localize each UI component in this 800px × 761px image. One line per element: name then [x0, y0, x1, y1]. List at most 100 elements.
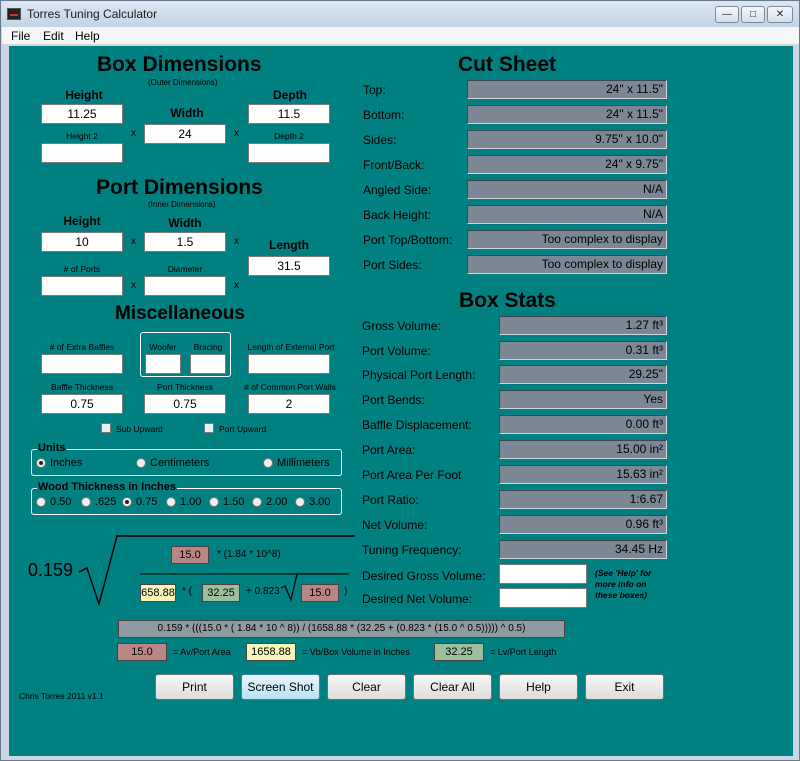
extra-baffles-input[interactable]: [41, 354, 123, 374]
box-depth-label: Depth: [273, 88, 307, 102]
wood-200-radio[interactable]: [252, 497, 262, 507]
legend-av-box: 15.0: [117, 643, 167, 661]
diameter-input[interactable]: [144, 276, 226, 296]
box-stats-label: Physical Port Length:: [362, 368, 476, 382]
baffle-thickness-input[interactable]: 0.75: [41, 394, 123, 414]
box-stats-value: Yes: [499, 390, 667, 409]
wood-option-label: 1.00: [180, 496, 202, 508]
multiply-sign: x: [234, 128, 239, 139]
units-inches-radio[interactable]: [36, 458, 46, 468]
close-button[interactable]: ✕: [767, 6, 793, 23]
screenshot-button[interactable]: Screen Shot: [241, 674, 320, 700]
window-title: Torres Tuning Calculator: [27, 7, 158, 21]
wood-075-radio[interactable]: [122, 497, 132, 507]
legend-av-text: = Av/Port Area: [173, 647, 231, 657]
baffle-thickness-label: Baffle Thickness: [50, 382, 114, 392]
wood-300-radio[interactable]: [295, 497, 305, 507]
wood-0625-radio[interactable]: [81, 497, 91, 507]
box-stats-value: 15.00 in²: [499, 440, 667, 459]
wood-thickness-title: Wood Thickness in Inches: [37, 481, 177, 493]
units-centimeters-radio[interactable]: [136, 458, 146, 468]
port-height-input[interactable]: 10: [41, 232, 123, 252]
num-ports-input[interactable]: [41, 276, 123, 296]
box-width-input[interactable]: 24: [144, 124, 226, 144]
exit-button[interactable]: Exit: [585, 674, 664, 700]
legend-lv-box: 32.25: [434, 643, 484, 661]
wood-option-label: 0.50: [50, 496, 72, 508]
port-upward-checkbox[interactable]: [204, 423, 214, 433]
common-walls-input[interactable]: 2: [248, 394, 330, 414]
maximize-button[interactable]: □: [741, 6, 765, 23]
misc-title: Miscellaneous: [115, 303, 245, 324]
version-footer: Chris Torres 2011 v1.1: [19, 691, 104, 701]
menu-help[interactable]: Help: [75, 29, 100, 43]
sub-upward-label: Sub Upward: [116, 424, 163, 434]
units-millimeters-radio[interactable]: [263, 458, 273, 468]
cut-sheet-label: Front/Back:: [363, 158, 425, 172]
cut-sheet-value: 24" x 11.5": [467, 105, 667, 124]
legend-vb-box: 1658.88: [246, 643, 296, 661]
box-stats-value: 1.27 ft³: [499, 316, 667, 335]
port-width-label: Width: [168, 216, 202, 230]
print-button[interactable]: Print: [155, 674, 234, 700]
cut-sheet-value: 9.75" x 10.0": [467, 130, 667, 149]
formula-vb-box: 658.88: [140, 584, 176, 602]
box-depth2-input[interactable]: [248, 143, 330, 163]
port-dimensions-title: Port Dimensions: [96, 176, 263, 199]
app-icon: [7, 8, 21, 20]
box-stats-label: Gross Volume:: [362, 319, 441, 333]
formula-multiplier-text: * (1.84 * 10^8): [217, 549, 281, 560]
wood-050-radio[interactable]: [36, 497, 46, 507]
formula-av-box: 15.0: [171, 546, 209, 564]
app-window: Torres Tuning Calculator — □ ✕ File Edit…: [0, 0, 800, 761]
box-width-label: Width: [170, 106, 204, 120]
formula-plus-coef: + 0.823: [246, 586, 280, 597]
legend-lv-text: = Lv/Port Length: [490, 647, 557, 657]
wood-option-label: 1.50: [223, 496, 245, 508]
units-centimeters-label: Centimeters: [150, 457, 210, 469]
cut-sheet-value: 24" x 11.5": [467, 80, 667, 99]
box-depth-input[interactable]: 11.5: [248, 104, 330, 124]
box-height-label: Height: [65, 88, 103, 102]
help-button[interactable]: Help: [499, 674, 578, 700]
box-stats-label: Baffle Displacement:: [362, 418, 472, 432]
cut-sheet-value: 24" x 9.75": [467, 155, 667, 174]
multiply-sign: x: [131, 128, 136, 139]
wood-100-radio[interactable]: [166, 497, 176, 507]
box-stats-value: 1:6.67: [499, 490, 667, 509]
clear-button[interactable]: Clear: [327, 674, 406, 700]
port-length-input[interactable]: 31.5: [248, 256, 330, 276]
main-panel: Box Dimensions (Outer Dimensions) Height…: [9, 46, 793, 756]
port-length-label: Length: [269, 238, 309, 252]
units-millimeters-label: Millimeters: [277, 457, 330, 469]
menu-file[interactable]: File: [11, 29, 30, 43]
box-stats-value: 29.25": [499, 365, 667, 384]
desired-net-input[interactable]: [499, 588, 587, 608]
box-stats-label: Port Area Per Foot: [362, 468, 462, 482]
menu-bar: File Edit Help: [2, 27, 799, 45]
port-thickness-label: Port Thickness: [156, 382, 214, 392]
bracing-input[interactable]: [190, 354, 226, 374]
wood-150-radio[interactable]: [209, 497, 219, 507]
desired-gross-input[interactable]: [499, 564, 587, 584]
woofer-input[interactable]: [145, 354, 181, 374]
port-thickness-input[interactable]: 0.75: [144, 394, 226, 414]
bracing-label: Bracing: [193, 342, 223, 352]
menu-edit[interactable]: Edit: [43, 29, 64, 43]
desired-net-label: Desired Net Volume:: [362, 592, 473, 606]
formula-paren-close: ): [344, 586, 348, 597]
help-note: (See 'Help' for more info on these boxes…: [595, 568, 652, 600]
sub-upward-checkbox[interactable]: [101, 423, 111, 433]
clear-all-button[interactable]: Clear All: [413, 674, 492, 700]
multiply-sign: x: [234, 236, 239, 247]
box-dimensions-subtitle: (Outer Dimensions): [148, 78, 218, 87]
external-port-label: Length of External Port: [247, 342, 335, 352]
external-port-input[interactable]: [248, 354, 330, 374]
box-stats-label: Port Area:: [362, 443, 416, 457]
minimize-button[interactable]: —: [715, 6, 739, 23]
woofer-label: Woofer: [149, 342, 177, 352]
cut-sheet-value: Too complex to display: [467, 255, 667, 274]
port-width-input[interactable]: 1.5: [144, 232, 226, 252]
box-height-input[interactable]: 11.25: [41, 104, 123, 124]
box-height2-input[interactable]: [41, 143, 123, 163]
